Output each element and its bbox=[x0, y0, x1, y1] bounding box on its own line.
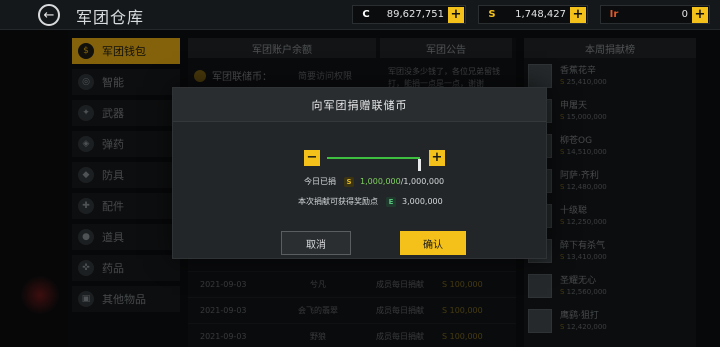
today-donated-label: 今日已捐 bbox=[304, 177, 336, 186]
confirm-button[interactable]: 确认 bbox=[400, 231, 466, 255]
s-coin-icon: S bbox=[344, 176, 354, 187]
reward-value: 3,000,000 bbox=[402, 197, 443, 206]
add-c-button[interactable]: + bbox=[448, 6, 464, 23]
slider-fill bbox=[327, 157, 420, 159]
cancel-button[interactable]: 取消 bbox=[281, 231, 351, 255]
increase-button[interactable]: + bbox=[429, 150, 445, 166]
add-s-button[interactable]: + bbox=[570, 6, 586, 23]
currency-c-value: 89,627,751 bbox=[386, 9, 444, 20]
currency-ir: Ir 0 + bbox=[600, 5, 710, 24]
dialog-title: 向军团捐赠联储币 bbox=[311, 98, 408, 112]
decrease-button[interactable]: − bbox=[304, 150, 320, 166]
today-donated-value: 1,000,000 bbox=[360, 177, 401, 186]
currency-s: S 1,748,427 + bbox=[478, 5, 588, 24]
currency-c: C 89,627,751 + bbox=[352, 5, 466, 24]
add-ir-button[interactable]: + bbox=[692, 6, 708, 23]
reward-row: 本次捐献可获得奖励点 E 3,000,000 bbox=[298, 196, 443, 207]
dialog-header: 向军团捐赠联储币 bbox=[173, 88, 546, 122]
today-donated-max: /1,000,000 bbox=[400, 177, 445, 186]
today-donated-row: 今日已捐 S 1,000,000 /1,000,000 bbox=[304, 176, 444, 187]
back-arrow-icon[interactable]: ← bbox=[38, 4, 60, 26]
s-coin-icon: S bbox=[488, 9, 496, 20]
donate-dialog: 向军团捐赠联储币 − + 今日已捐 S 1,000,000 /1,000,000… bbox=[172, 87, 547, 259]
slider-thumb[interactable] bbox=[418, 159, 421, 171]
top-bar: ← 军团仓库 C 89,627,751 + S 1,748,427 + Ir 0… bbox=[0, 0, 720, 30]
page-title: 军团仓库 bbox=[76, 8, 145, 27]
c-coin-icon: C bbox=[362, 9, 370, 20]
reward-points-icon: E bbox=[386, 196, 396, 207]
ir-coin-icon: Ir bbox=[609, 9, 619, 20]
donate-amount-stepper: − + bbox=[304, 150, 445, 171]
reward-label: 本次捐献可获得奖励点 bbox=[298, 197, 378, 206]
currency-s-value: 1,748,427 bbox=[515, 9, 566, 20]
amount-slider[interactable] bbox=[327, 157, 421, 171]
currency-ir-value: 0 bbox=[681, 9, 688, 20]
